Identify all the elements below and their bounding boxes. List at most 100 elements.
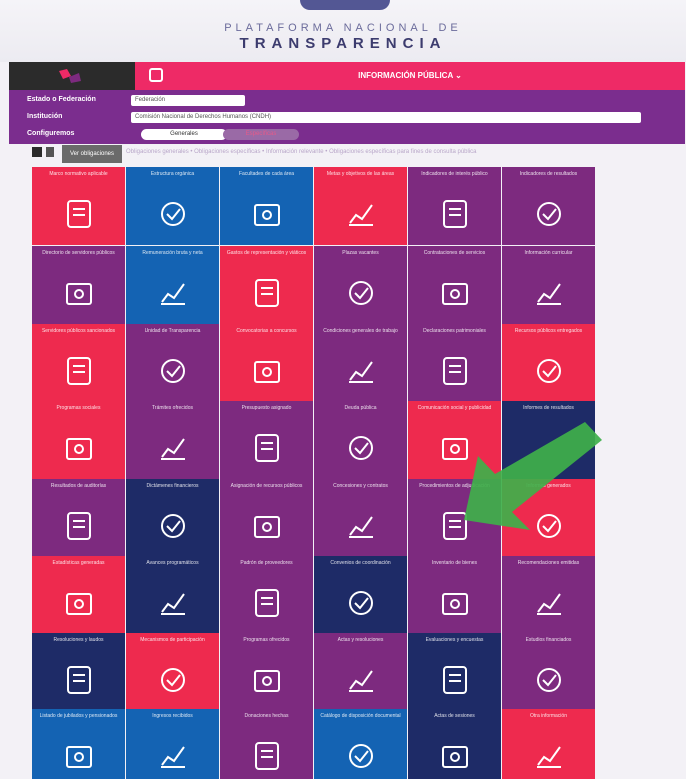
obligation-tile[interactable]: Comunicación social y publicidad [408,401,501,479]
obligation-tile[interactable]: Estudios financiados [502,633,595,711]
docs-people-icon [66,746,92,768]
tile-label: Gastos de representación y viáticos [226,250,307,256]
puzzle-icon [537,514,561,538]
obligation-tile[interactable]: Recomendaciones emitidas [502,556,595,634]
obligations-filter-text: Obligaciones generales • Obligaciones es… [126,149,477,155]
config-label: Configuremos [27,130,75,137]
obligation-tile[interactable]: Donaciones hechas [220,709,313,779]
obligation-tile[interactable]: Asignación de recursos públicos [220,479,313,557]
chat-icon [161,438,185,460]
obligation-tile[interactable]: Servidores públicos sancionados [32,324,125,402]
tile-label: Programas sociales [56,405,101,411]
pnt-logo-icon[interactable] [57,67,83,85]
obligation-tile[interactable]: Deuda pública [314,401,407,479]
chart-board-icon [537,283,561,305]
institucion-select[interactable]: Comisión Nacional de Derechos Humanos (C… [131,112,641,123]
obligation-tile[interactable]: Programas sociales [32,401,125,479]
obligation-tile[interactable]: Mecanismos de participación [126,633,219,711]
tile-label: Facultades de cada área [238,171,295,177]
obligation-tile[interactable]: Dictámenes financieros [126,479,219,557]
obligation-tile[interactable]: Informes de resultados [502,401,595,479]
tile-label: Deuda pública [344,405,377,411]
obligation-tile[interactable]: Padrón de proveedores [220,556,313,634]
tile-label: Actas y resoluciones [337,637,384,643]
obligation-tile[interactable]: Estadísticas generadas [32,556,125,634]
obligation-tile[interactable]: Informes generados [502,479,595,557]
obligation-tile[interactable]: Procedimientos de adjudicación [408,479,501,557]
toggle-generales[interactable]: Generales [141,129,227,140]
gears-icon [443,200,467,228]
tile-label: Dictámenes financieros [146,483,199,489]
tile-label: Listado de jubilados y pensionados [39,713,118,719]
obligation-tile[interactable]: Catálogo de disposición documental [314,709,407,779]
hand-gear-icon [443,666,467,694]
list-view-icon[interactable] [46,147,54,157]
tile-label: Condiciones generales de trabajo [323,328,398,334]
obligation-tile[interactable]: Trámites ofrecidos [126,401,219,479]
obligation-tile[interactable]: Remuneración bruta y neta [126,246,219,324]
obligation-tile[interactable]: Información curricular [502,246,595,324]
obligation-tile[interactable]: Ingresos recibidos [126,709,219,779]
tile-label: Presupuesto asignado [241,405,292,411]
obligation-tile[interactable]: Unidad de Transparencia [126,324,219,402]
tile-label: Plazas vacantes [342,250,379,256]
obligation-tile[interactable]: Condiciones generales de trabajo [314,324,407,402]
obligation-tile[interactable]: Declaraciones patrimoniales [408,324,501,402]
tile-label: Estadísticas generadas [52,560,105,566]
tile-label: Marco normativo aplicable [49,171,108,177]
view-options-bar: Ver obligaciones Obligaciones generales … [30,145,680,163]
obligation-tile[interactable]: Actas de sesiones [408,709,501,779]
document-person-icon [254,204,280,226]
obligation-tile[interactable]: Recursos públicos entregados [502,324,595,402]
tile-label: Inventario de bienes [431,560,478,566]
obligation-tile[interactable]: Listado de jubilados y pensionados [32,709,125,779]
obligation-tile[interactable]: Actas y resoluciones [314,633,407,711]
obligation-tile[interactable]: Resultados de auditorías [32,479,125,557]
people-money-icon [442,593,468,615]
blocks-icon [349,516,373,538]
obligation-tile[interactable]: Convocatorias a concursos [220,324,313,402]
list-doc-icon [349,744,373,768]
informacion-publica-menu[interactable]: INFORMACIÓN PÚBLICA ⌄ [135,71,685,80]
obligation-tile[interactable]: Indicadores de resultados [502,167,595,245]
obligation-tile[interactable]: Estructura orgánica [126,167,219,245]
obligation-tile[interactable]: Indicadores de interés público [408,167,501,245]
tile-label: Ingresos recibidos [152,713,193,719]
obligation-tile[interactable]: Convenios de coordinación [314,556,407,634]
obligation-tile[interactable]: Evaluaciones y encuestas [408,633,501,711]
obligation-tile[interactable]: Contrataciones de servicios [408,246,501,324]
obligation-tile[interactable]: Gastos de representación y viáticos [220,246,313,324]
obligation-tile[interactable]: Inventario de bienes [408,556,501,634]
tile-label: Resoluciones y laudos [53,637,104,643]
contract-icon [161,202,185,226]
grid-view-icon[interactable] [32,147,42,157]
tile-label: Informes generados [526,483,571,489]
obligation-tile[interactable]: Directorio de servidores públicos [32,246,125,324]
ver-obligaciones-button[interactable]: Ver obligaciones [62,145,122,163]
network-icon [161,668,185,692]
obligation-tile[interactable]: Resoluciones y laudos [32,633,125,711]
top-nav-bar: INFORMACIÓN PÚBLICA ⌄ [9,62,685,90]
header-logo-shape [300,0,390,10]
obligation-tile[interactable]: Otra información [502,709,595,779]
obligation-tile[interactable]: Concesiones y contratos [314,479,407,557]
hands-icon [349,591,373,615]
estado-row: Estado o Federación Federación [9,92,685,110]
tile-label: Otra información [530,713,567,719]
calendar-doc-icon [349,670,373,692]
obligation-tile[interactable]: Marco normativo aplicable [32,167,125,245]
obligation-tile[interactable]: Presupuesto asignado [220,401,313,479]
tile-label: Estructura orgánica [150,171,195,177]
estado-select[interactable]: Federación [131,95,245,106]
toggle-especificas[interactable]: Específicas [223,129,299,140]
obligation-tile[interactable]: Facultades de cada área [220,167,313,245]
compare-docs-icon [161,283,185,305]
box-icon [161,359,185,383]
obligation-tile[interactable]: Avances programáticos [126,556,219,634]
tile-label: Convenios de coordinación [330,560,391,566]
obligation-tile[interactable]: Plazas vacantes [314,246,407,324]
tile-label: Procedimientos de adjudicación [419,483,490,489]
obligation-tile[interactable]: Programas ofrecidos [220,633,313,711]
tile-label: Metas y objetivos de las áreas [326,171,395,177]
obligation-tile[interactable]: Metas y objetivos de las áreas [314,167,407,245]
